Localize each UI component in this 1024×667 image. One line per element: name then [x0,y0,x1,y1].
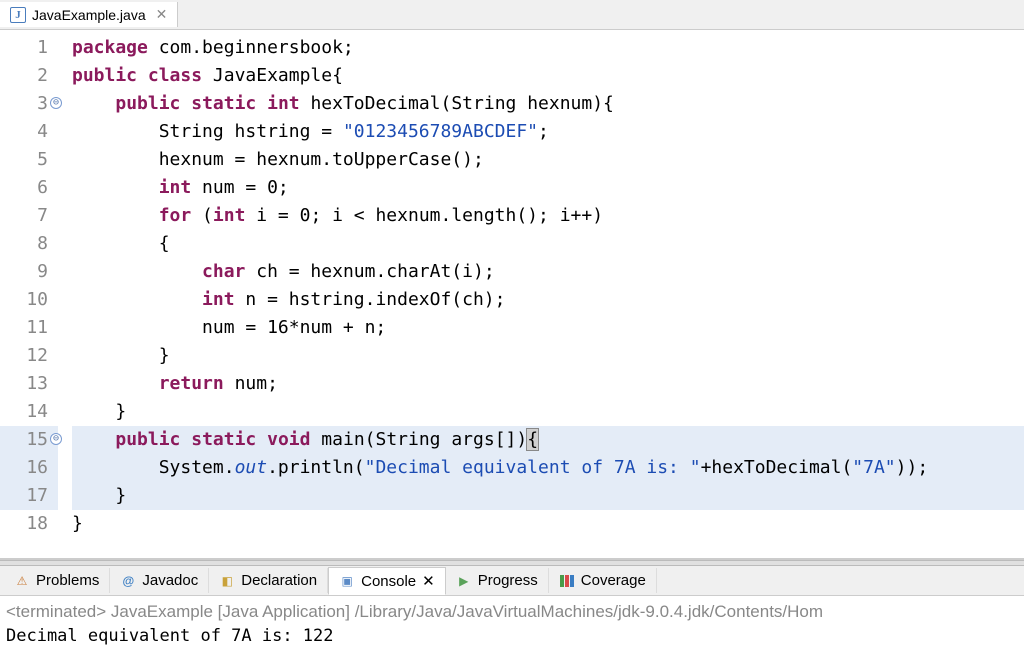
gutter-line: 9 [0,258,58,286]
fold-toggle-icon[interactable]: ⊖ [50,97,62,109]
gutter-line: 1 [0,34,58,62]
tab-label: Declaration [241,572,317,589]
gutter-line: 8 [0,230,58,258]
console-output: Decimal equivalent of 7A is: 122 [6,624,1018,648]
console-body: <terminated> JavaExample [Java Applicati… [0,596,1024,652]
tab-label: Coverage [581,572,646,589]
gutter-line: 3⊖ [0,90,58,118]
editor-area: 123⊖456789101112131415⊖161718 package co… [0,30,1024,558]
gutter-line: 17 [0,482,58,510]
gutter-line: 13 [0,370,58,398]
code-line[interactable]: } [72,510,1024,538]
code-line[interactable]: public class JavaExample{ [72,62,1024,90]
gutter-line: 15⊖ [0,426,58,454]
code-line[interactable]: } [72,482,1024,510]
gutter-line: 6 [0,174,58,202]
gutter-line: 11 [0,314,58,342]
tab-problems[interactable]: ⚠ Problems [4,568,110,593]
tab-label: Console [361,573,416,590]
fold-toggle-icon[interactable]: ⊖ [50,433,62,445]
editor-tab-javaexample[interactable]: J JavaExample.java ✕ [0,2,178,27]
console-terminated-line: <terminated> JavaExample [Java Applicati… [6,600,1018,624]
gutter-line: 4 [0,118,58,146]
gutter-line: 7 [0,202,58,230]
console-icon: ▣ [339,573,355,589]
gutter-line: 18 [0,510,58,538]
coverage-icon [559,573,575,589]
gutter-line: 14 [0,398,58,426]
gutter-line: 5 [0,146,58,174]
progress-icon: ▶ [456,573,472,589]
tab-label: Javadoc [142,572,198,589]
bottom-tab-bar: ⚠ Problems @ Javadoc ◧ Declaration ▣ Con… [0,566,1024,596]
problems-icon: ⚠ [14,573,30,589]
code-line[interactable]: public static void main(String args[]){ [72,426,1024,454]
code-line[interactable]: hexnum = hexnum.toUpperCase(); [72,146,1024,174]
code-line[interactable]: return num; [72,370,1024,398]
code-line[interactable]: { [72,230,1024,258]
line-gutter: 123⊖456789101112131415⊖161718 [0,30,58,558]
code-editor[interactable]: package com.beginnersbook;public class J… [58,30,1024,558]
code-line[interactable]: num = 16*num + n; [72,314,1024,342]
tab-coverage[interactable]: Coverage [549,568,657,593]
code-line[interactable]: package com.beginnersbook; [72,34,1024,62]
code-line[interactable]: for (int i = 0; i < hexnum.length(); i++… [72,202,1024,230]
code-line[interactable]: System.out.println("Decimal equivalent o… [72,454,1024,482]
tab-progress[interactable]: ▶ Progress [446,568,549,593]
tab-console[interactable]: ▣ Console ✕ [328,567,446,595]
code-line[interactable]: } [72,342,1024,370]
code-line[interactable]: String hstring = "0123456789ABCDEF"; [72,118,1024,146]
declaration-icon: ◧ [219,573,235,589]
code-line[interactable]: } [72,398,1024,426]
tab-label: Problems [36,572,99,589]
editor-tab-filename: JavaExample.java [32,7,146,23]
editor-tab-bar: J JavaExample.java ✕ [0,0,1024,30]
code-line[interactable]: char ch = hexnum.charAt(i); [72,258,1024,286]
code-line[interactable]: int n = hstring.indexOf(ch); [72,286,1024,314]
java-file-icon: J [10,7,26,23]
tab-javadoc[interactable]: @ Javadoc [110,568,209,593]
close-icon[interactable]: ✕ [422,572,435,590]
tab-declaration[interactable]: ◧ Declaration [209,568,328,593]
code-line[interactable]: public static int hexToDecimal(String he… [72,90,1024,118]
tab-label: Progress [478,572,538,589]
gutter-line: 10 [0,286,58,314]
gutter-line: 16 [0,454,58,482]
javadoc-icon: @ [120,573,136,589]
gutter-line: 12 [0,342,58,370]
close-icon[interactable]: ✕ [156,6,168,23]
gutter-line: 2 [0,62,58,90]
code-line[interactable]: int num = 0; [72,174,1024,202]
